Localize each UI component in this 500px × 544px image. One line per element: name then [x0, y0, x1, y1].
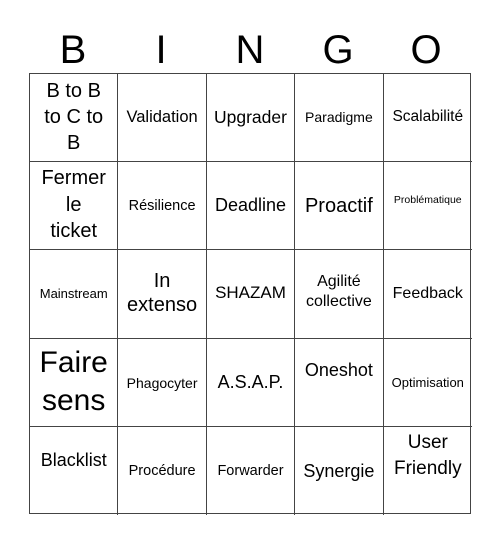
cell-text: In extenso — [127, 270, 198, 317]
bingo-cell[interactable]: Synergie — [295, 426, 384, 515]
bingo-cell[interactable]: Feedback — [383, 250, 472, 339]
bingo-cell[interactable]: Validation — [118, 74, 207, 163]
bingo-cell[interactable]: Résilience — [118, 162, 207, 251]
cell-text: Oneshot — [304, 359, 373, 380]
cell-text: Blacklist — [40, 449, 107, 470]
cell-text: Validation — [126, 108, 198, 126]
header-letter-i: I — [155, 28, 167, 72]
bingo-cell[interactable]: Forwarder — [207, 426, 296, 515]
bingo-cell[interactable]: SHAZAM — [206, 250, 296, 339]
bingo-cell[interactable]: Phagocyter — [118, 338, 207, 427]
header-letter-g: G — [322, 28, 354, 72]
bingo-cell[interactable]: Problématique — [383, 162, 472, 251]
bingo-cell[interactable]: Blacklist — [30, 426, 119, 515]
header-letter-n: N — [235, 28, 265, 72]
cell-text: Agilité collective — [305, 273, 372, 311]
header-letter-b: B — [59, 28, 87, 72]
cell-text: Proactif — [304, 195, 373, 218]
cell-text: Paradigme — [305, 109, 373, 125]
bingo-cell[interactable]: Scalabilité — [383, 74, 472, 163]
cell-text: Optimisation — [391, 374, 464, 390]
bingo-cell[interactable]: Oneshot — [295, 338, 384, 427]
cell-text: B to B to C to B — [44, 80, 104, 154]
bingo-cell[interactable]: Paradigme — [295, 74, 384, 163]
cell-text: Procédure — [128, 462, 196, 479]
cell-text: Forwarder — [217, 462, 284, 479]
cell-text: Synergie — [303, 460, 375, 481]
bingo-cell[interactable]: Deadline — [206, 162, 296, 251]
cell-text: Deadline — [214, 195, 287, 216]
cell-text: Feedback — [392, 285, 463, 303]
bingo-cell[interactable]: Procédure — [118, 426, 207, 515]
cell-text: Mainstream — [39, 286, 108, 302]
bingo-cell[interactable]: Optimisation — [383, 339, 472, 427]
bingo-grid: B to B to C to B Validation Upgrader Par… — [29, 73, 472, 515]
header-letter-o: O — [410, 28, 442, 72]
cell-text: Faire sens — [39, 345, 108, 417]
bingo-cell[interactable]: Fermer le ticket — [30, 162, 119, 251]
cell-text: Problématique — [393, 194, 462, 207]
cell-text: Fermer le ticket — [41, 167, 106, 243]
bingo-cell[interactable]: B to B to C to B — [30, 74, 119, 163]
cell-text: User Friendly — [394, 431, 462, 479]
bingo-cell[interactable]: Upgrader — [206, 74, 296, 163]
bingo-cell[interactable]: User Friendly — [384, 427, 472, 515]
bingo-cell[interactable]: Proactif — [295, 162, 384, 251]
bingo-cell[interactable]: Agilité collective — [295, 250, 384, 339]
cell-text: Résilience — [128, 198, 196, 215]
bingo-cell[interactable]: A.S.A.P. — [206, 338, 296, 427]
cell-text: SHAZAM — [215, 283, 286, 303]
bingo-cell[interactable]: Mainstream — [30, 250, 119, 339]
cell-text: A.S.A.P. — [217, 371, 284, 392]
cell-text: Scalabilité — [392, 108, 464, 125]
cell-text: Upgrader — [214, 107, 287, 127]
bingo-cell[interactable]: In extenso — [118, 250, 207, 339]
bingo-cell[interactable]: Faire sens — [30, 338, 119, 427]
cell-text: Phagocyter — [126, 374, 198, 391]
